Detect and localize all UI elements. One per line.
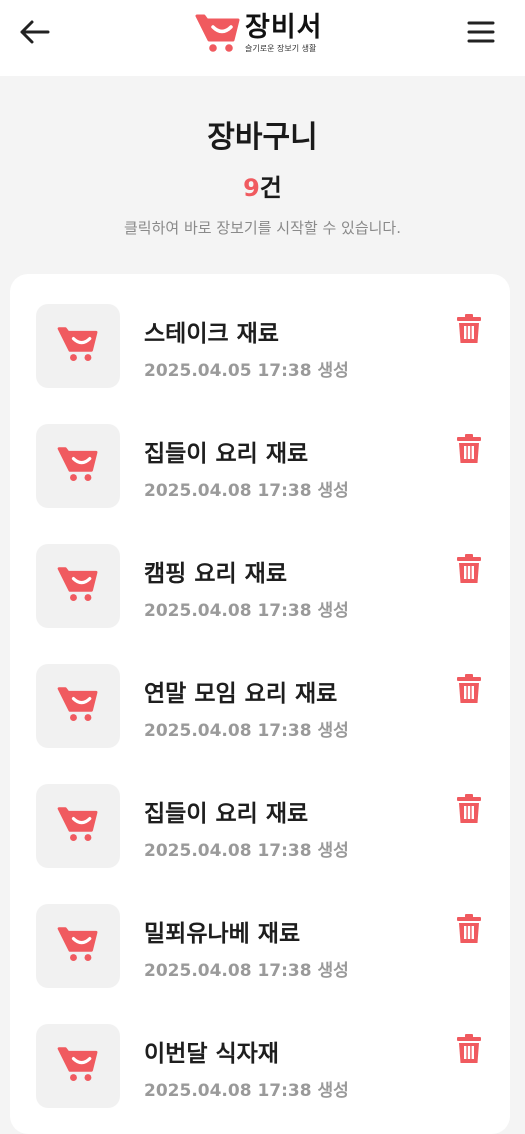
delete-button[interactable] <box>454 674 484 708</box>
cart-item-date: 2025.04.08 17:38 생성 <box>144 601 349 621</box>
cart-item-date: 2025.04.08 17:38 생성 <box>144 481 349 501</box>
cart-item-date: 2025.04.08 17:38 생성 <box>144 1081 349 1101</box>
page-hero: 장바구니 9건 클릭하여 바로 장보기를 시작할 수 있습니다. <box>0 112 525 238</box>
trash-icon <box>456 1034 482 1068</box>
cart-item-title: 집들이 요리 재료 <box>144 441 309 467</box>
shopping-cart-icon <box>57 925 99 967</box>
trash-icon <box>456 674 482 708</box>
arrow-left-icon <box>20 20 50 44</box>
app-logo[interactable]: 장비서 슬기로운 장보기 생활 <box>195 8 323 58</box>
page-title: 장바구니 <box>207 120 318 155</box>
delete-button[interactable] <box>454 914 484 948</box>
cart-item-title: 캠핑 요리 재료 <box>144 561 287 587</box>
trash-icon <box>456 554 482 588</box>
logo-text: 장비서 슬기로운 장보기 생활 <box>245 14 323 53</box>
hamburger-menu-icon <box>467 21 495 43</box>
delete-button[interactable] <box>454 554 484 588</box>
cart-list-item[interactable]: 캠핑 요리 재료 2025.04.08 17:38 생성 <box>36 544 496 630</box>
cart-thumbnail <box>36 1024 120 1108</box>
cart-list-item[interactable]: 집들이 요리 재료 2025.04.08 17:38 생성 <box>36 784 496 870</box>
cart-thumbnail <box>36 664 120 748</box>
cart-list-item[interactable]: 밀푀유나베 재료 2025.04.08 17:38 생성 <box>36 904 496 990</box>
cart-thumbnail <box>36 784 120 868</box>
cart-item-title: 스테이크 재료 <box>144 321 279 347</box>
cart-item-date: 2025.04.08 17:38 생성 <box>144 961 349 981</box>
logo-name: 장비서 <box>245 11 323 43</box>
cart-list-item[interactable]: 연말 모임 요리 재료 2025.04.08 17:38 생성 <box>36 664 496 750</box>
shopping-cart-icon <box>57 1045 99 1087</box>
page-description: 클릭하여 바로 장보기를 시작할 수 있습니다. <box>123 219 401 237</box>
cart-thumbnail <box>36 904 120 988</box>
delete-button[interactable] <box>454 314 484 348</box>
cart-item-date: 2025.04.08 17:38 생성 <box>144 721 349 741</box>
shopping-cart-icon <box>57 445 99 487</box>
cart-thumbnail <box>36 544 120 628</box>
cart-list-item[interactable]: 이번달 식자재 2025.04.08 17:38 생성 <box>36 1024 496 1110</box>
cart-item-title: 밀푀유나베 재료 <box>144 921 301 947</box>
trash-icon <box>456 314 482 348</box>
cart-item-title: 연말 모임 요리 재료 <box>144 681 338 707</box>
app-header: 장비서 슬기로운 장보기 생활 <box>0 0 525 76</box>
trash-icon <box>456 914 482 948</box>
cart-list: 스테이크 재료 2025.04.05 17:38 생성집들이 요리 재료 2025.… <box>10 274 510 1134</box>
back-button[interactable] <box>14 12 54 52</box>
menu-button[interactable] <box>461 12 501 52</box>
logo-tagline: 슬기로운 장보기 생활 <box>245 43 317 53</box>
trash-icon <box>456 794 482 828</box>
shopping-cart-icon <box>57 805 99 847</box>
cart-item-title: 집들이 요리 재료 <box>144 801 309 827</box>
cart-count: 9건 <box>0 168 525 203</box>
cart-count-number: 9 <box>243 174 260 202</box>
shopping-cart-icon <box>195 14 240 52</box>
cart-count-unit: 건 <box>259 174 282 202</box>
cart-list-item[interactable]: 집들이 요리 재료 2025.04.08 17:38 생성 <box>36 424 496 510</box>
trash-icon <box>456 434 482 468</box>
shopping-cart-icon <box>57 325 99 367</box>
cart-thumbnail <box>36 424 120 508</box>
cart-item-date: 2025.04.05 17:38 생성 <box>144 361 349 381</box>
cart-item-title: 이번달 식자재 <box>144 1041 279 1067</box>
delete-button[interactable] <box>454 434 484 468</box>
cart-item-date: 2025.04.08 17:38 생성 <box>144 841 349 861</box>
delete-button[interactable] <box>454 1034 484 1068</box>
delete-button[interactable] <box>454 794 484 828</box>
cart-thumbnail <box>36 304 120 388</box>
shopping-cart-icon <box>57 685 99 727</box>
shopping-cart-icon <box>57 565 99 607</box>
cart-list-item[interactable]: 스테이크 재료 2025.04.05 17:38 생성 <box>36 304 496 390</box>
